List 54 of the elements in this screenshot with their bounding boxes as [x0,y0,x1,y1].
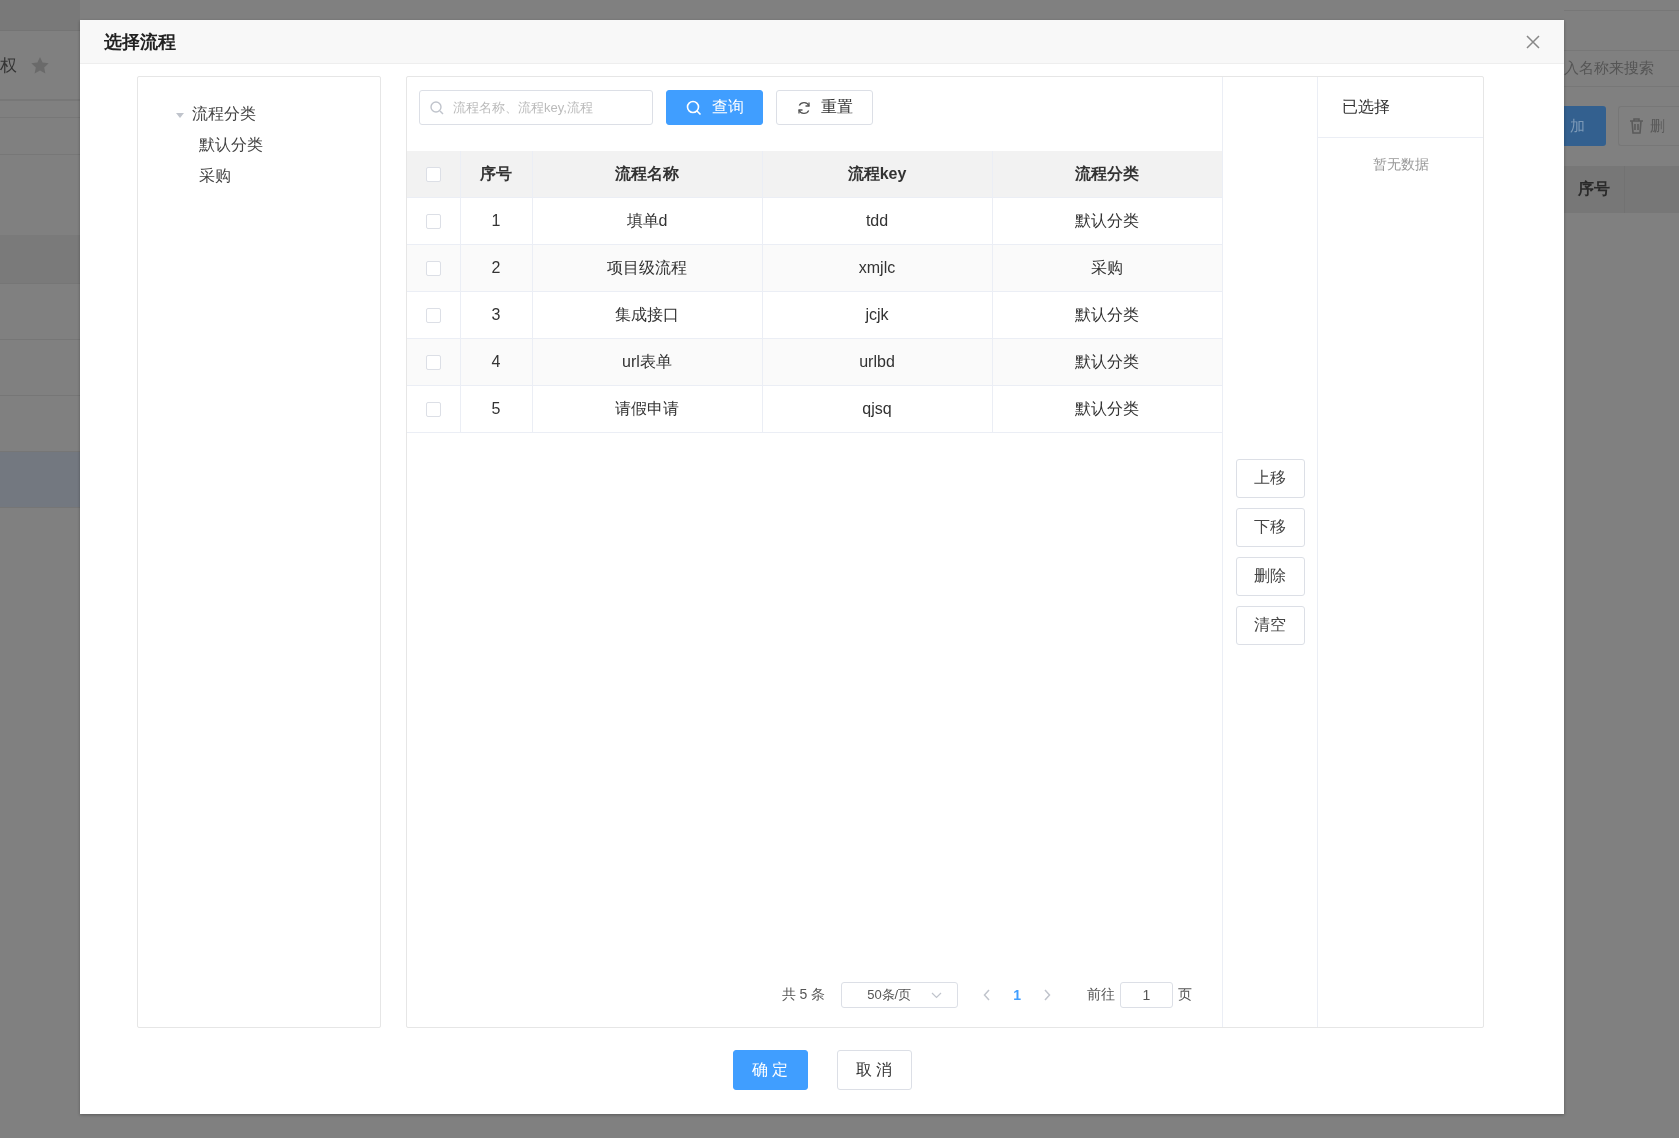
search-icon [685,99,702,116]
empty-text: 暂无数据 [1372,156,1429,174]
table-cell: 项目级流程 [532,244,762,292]
page-title: 权 [0,54,17,77]
table-cell: 3 [460,291,532,339]
table-cell: url表单 [532,338,762,386]
tree-node[interactable]: 采购 [199,166,231,187]
table-cell: 采购 [992,244,1222,292]
move-button[interactable]: 下移 [1235,508,1305,547]
refresh-icon [796,100,811,115]
select-all-checkbox[interactable] [425,167,441,183]
dialog-title: 选择流程 [104,30,176,54]
chevron-down-icon [931,991,943,999]
table-cell: xmjlc [762,244,992,292]
next-page-icon[interactable] [1043,989,1051,1001]
reset-button[interactable]: 重置 [776,90,873,125]
cancel-button[interactable]: 取 消 [836,1050,912,1090]
row-checkbox[interactable] [425,355,441,371]
trash-icon [1629,118,1644,134]
move-button[interactable]: 删除 [1235,557,1305,596]
row-checkbox[interactable] [425,308,441,324]
column-header: 流程名称 [532,151,762,198]
search-icon [430,101,444,115]
column-header: 流程分类 [992,151,1222,198]
table-cell: 填单d [532,197,762,245]
table-cell: 请假申请 [532,385,762,433]
page-size-select[interactable]: 50条/页 [841,982,959,1008]
goto-label: 前往 [1087,986,1115,1004]
previous-page-icon[interactable] [983,989,992,1001]
row-checkbox[interactable] [425,402,441,418]
table-cell: 默认分类 [992,338,1222,386]
table-cell: 5 [460,385,532,433]
page-suffix: 页 [1178,986,1192,1004]
move-button[interactable]: 清空 [1235,606,1305,645]
close-icon[interactable] [1526,34,1540,49]
move-button[interactable]: 上移 [1235,459,1305,498]
table-cell: urlbd [762,338,992,386]
table-cell: tdd [762,197,992,245]
row-checkbox[interactable] [425,214,441,230]
column-header: 序号 [460,151,532,198]
table-cell: 2 [460,244,532,292]
table-cell: 1 [460,197,532,245]
tree-node[interactable]: 默认分类 [199,135,263,156]
total-count: 共 5 条 [781,986,826,1004]
row-checkbox[interactable] [425,261,441,277]
tree-node[interactable]: 流程分类 [192,104,256,125]
panel-title: 已选择 [1342,96,1390,117]
table-cell: jcjk [762,291,992,339]
table-cell: 集成接口 [532,291,762,339]
search-field[interactable]: 流程名称、流程key,流程 [419,90,653,125]
column-header: 流程key [762,151,992,198]
table-cell: qjsq [762,385,992,433]
page-input[interactable]: 1 [1120,982,1173,1008]
table-cell: 4 [460,338,532,386]
